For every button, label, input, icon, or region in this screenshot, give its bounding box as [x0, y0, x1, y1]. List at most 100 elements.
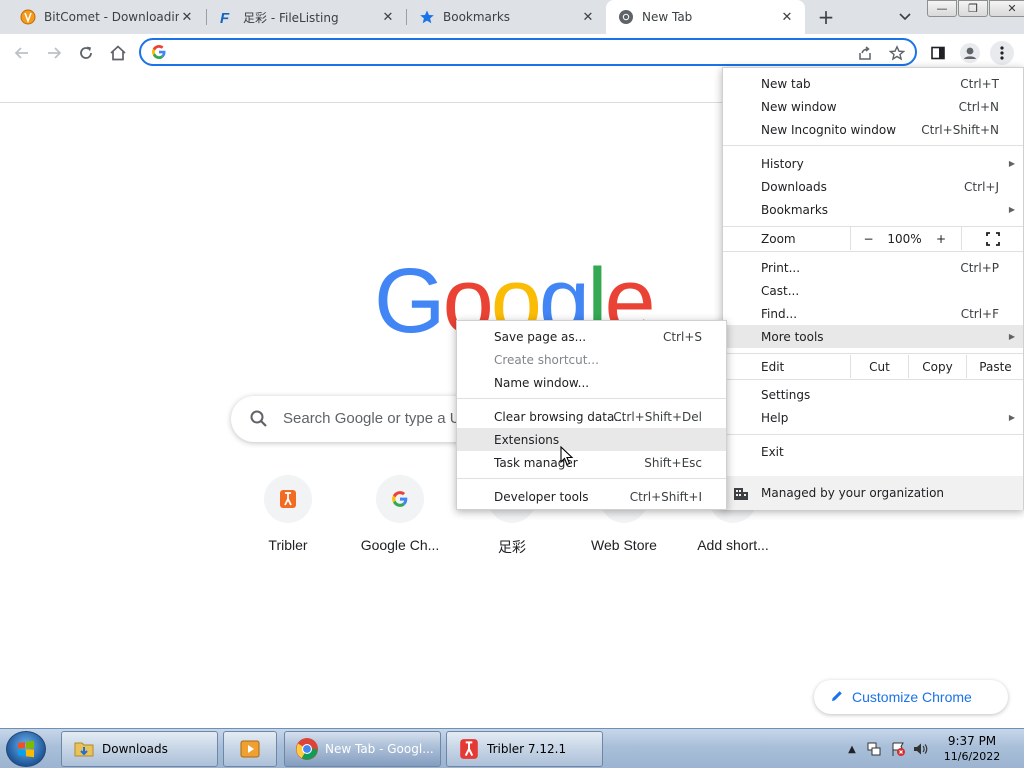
profile-avatar-icon[interactable]: [958, 41, 982, 65]
zoom-label: Zoom: [761, 232, 796, 246]
menu-label: Exit: [761, 444, 784, 459]
task-label: Downloads: [102, 742, 168, 756]
more-tools-submenu: Save page as... Ctrl+S Create shortcut..…: [456, 320, 727, 510]
menu-label: Developer tools: [494, 489, 589, 504]
close-icon[interactable]: ✕: [179, 9, 195, 25]
menu-separator: [723, 353, 1023, 354]
menu-shortcut: Ctrl+S: [662, 329, 702, 344]
menu-item-new-window[interactable]: New window Ctrl+N: [723, 95, 1023, 118]
clock-time: 9:37 PM: [947, 734, 997, 748]
menu-item-find[interactable]: Find... Ctrl+F: [723, 302, 1023, 325]
submenu-item-save-page[interactable]: Save page as... Ctrl+S: [457, 325, 726, 348]
close-icon[interactable]: ✕: [380, 9, 396, 25]
tray-expand-icon[interactable]: ▲: [844, 741, 860, 757]
fullscreen-icon[interactable]: [961, 227, 1024, 250]
logo-letter: G: [374, 250, 446, 352]
menu-shortcut: Ctrl+N: [958, 99, 999, 114]
menu-item-bookmarks[interactable]: Bookmarks ▶: [723, 198, 1023, 221]
close-window-button[interactable]: ✕: [989, 0, 1024, 17]
minimize-button[interactable]: —: [927, 0, 957, 17]
customize-chrome-button[interactable]: Customize Chrome: [814, 680, 1008, 714]
menu-item-more-tools[interactable]: More tools ▶: [723, 325, 1023, 348]
submenu-item-task-manager[interactable]: Task manager Shift+Esc: [457, 451, 726, 474]
submenu-arrow-icon: ▶: [1008, 413, 1015, 422]
shortcut-label: Web Store: [591, 537, 657, 553]
tab-title: New Tab: [642, 10, 693, 24]
tribler-icon: [264, 475, 312, 523]
chrome-main-menu: New tab Ctrl+T New window Ctrl+N New Inc…: [722, 67, 1024, 510]
tab-new-tab[interactable]: New Tab ✕: [606, 0, 805, 34]
menu-shortcut: Ctrl+Shift+Del: [613, 409, 702, 424]
taskbar-item-chrome[interactable]: New Tab - Googl...: [284, 731, 441, 767]
menu-item-new-incognito[interactable]: New Incognito window Ctrl+Shift+N: [723, 118, 1023, 141]
flag-icon[interactable]: [890, 741, 906, 757]
tribler-icon: [457, 737, 481, 761]
managed-by-org[interactable]: Managed by your organization: [723, 476, 1023, 510]
tab-title: 足彩 - FileListing: [243, 10, 339, 25]
copy-button[interactable]: Copy: [908, 355, 966, 378]
menu-label: Save page as...: [494, 329, 587, 344]
side-panel-icon[interactable]: [926, 41, 950, 65]
home-icon[interactable]: [106, 41, 130, 65]
start-button[interactable]: [6, 731, 46, 767]
submenu-item-name-window[interactable]: Name window...: [457, 371, 726, 394]
network-icon[interactable]: [866, 741, 882, 757]
taskbar-item-downloads[interactable]: Downloads: [61, 731, 218, 767]
taskbar-item-tribler[interactable]: Tribler 7.12.1: [446, 731, 603, 767]
shortcut-tribler[interactable]: Tribler: [232, 475, 344, 553]
zoom-out-button[interactable]: −: [850, 227, 886, 250]
menu-item-cast[interactable]: Cast...: [723, 279, 1023, 302]
new-tab-button[interactable]: +: [813, 5, 839, 29]
reload-icon[interactable]: [74, 41, 98, 65]
menu-item-downloads[interactable]: Downloads Ctrl+J: [723, 175, 1023, 198]
chevron-down-icon[interactable]: [894, 7, 916, 27]
menu-item-history[interactable]: History ▶: [723, 152, 1023, 175]
tab-bitcomet[interactable]: BitComet - Downloading ✕: [0, 0, 205, 34]
menu-label: Downloads: [761, 179, 827, 194]
menu-item-print[interactable]: Print... Ctrl+P: [723, 256, 1023, 279]
submenu-item-clear-data[interactable]: Clear browsing data... Ctrl+Shift+Del: [457, 405, 726, 428]
menu-item-new-tab[interactable]: New tab Ctrl+T: [723, 72, 1023, 95]
menu-item-settings[interactable]: Settings: [723, 383, 1023, 406]
menu-separator: [723, 379, 1023, 380]
pencil-icon: [830, 689, 844, 706]
address-bar[interactable]: [139, 38, 917, 66]
menu-label: Cast...: [761, 283, 800, 298]
menu-label: Extensions: [494, 432, 560, 447]
close-icon[interactable]: ✕: [580, 9, 596, 25]
forward-arrow-icon[interactable]: [42, 41, 66, 65]
clock[interactable]: 9:37 PM 11/6/2022: [932, 733, 1012, 765]
window-controls: — ❐ ✕: [927, 0, 1024, 17]
shortcut-label: Google Ch...: [360, 537, 440, 553]
cut-button[interactable]: Cut: [850, 355, 908, 378]
zoom-in-button[interactable]: +: [923, 227, 959, 250]
search-icon: [249, 409, 269, 429]
paste-button[interactable]: Paste: [966, 355, 1024, 378]
submenu-item-create-shortcut[interactable]: Create shortcut...: [457, 348, 726, 371]
shortcut-label: 足彩: [498, 539, 526, 555]
share-icon[interactable]: [855, 43, 875, 63]
kebab-menu-icon[interactable]: [990, 41, 1014, 65]
shortcut-google-chrome[interactable]: Google Ch...: [344, 475, 456, 553]
volume-icon[interactable]: [912, 741, 928, 757]
taskbar-item-media-player[interactable]: [223, 731, 277, 767]
omnibox-input[interactable]: [175, 43, 835, 61]
menu-shortcut: Ctrl+Shift+N: [921, 122, 999, 137]
managed-label: Managed by your organization: [761, 486, 945, 500]
star-icon: [419, 9, 435, 25]
tab-bookmarks[interactable]: Bookmarks ✕: [407, 0, 606, 34]
clock-date: 11/6/2022: [943, 750, 1001, 763]
tab-filelisting[interactable]: F 足彩 - FileListing ✕: [207, 0, 406, 34]
menu-separator: [457, 398, 726, 399]
menu-item-help[interactable]: Help ▶: [723, 406, 1023, 429]
submenu-item-dev-tools[interactable]: Developer tools Ctrl+Shift+I: [457, 485, 726, 508]
menu-item-exit[interactable]: Exit: [723, 440, 1023, 463]
menu-separator: [457, 478, 726, 479]
bookmark-star-icon[interactable]: [887, 43, 907, 63]
back-arrow-icon[interactable]: [10, 41, 34, 65]
submenu-item-extensions[interactable]: Extensions: [457, 428, 726, 451]
close-icon[interactable]: ✕: [779, 9, 795, 25]
submenu-arrow-icon: ▶: [1008, 205, 1015, 214]
task-label: Tribler 7.12.1: [487, 742, 567, 756]
maximize-button[interactable]: ❐: [958, 0, 988, 17]
